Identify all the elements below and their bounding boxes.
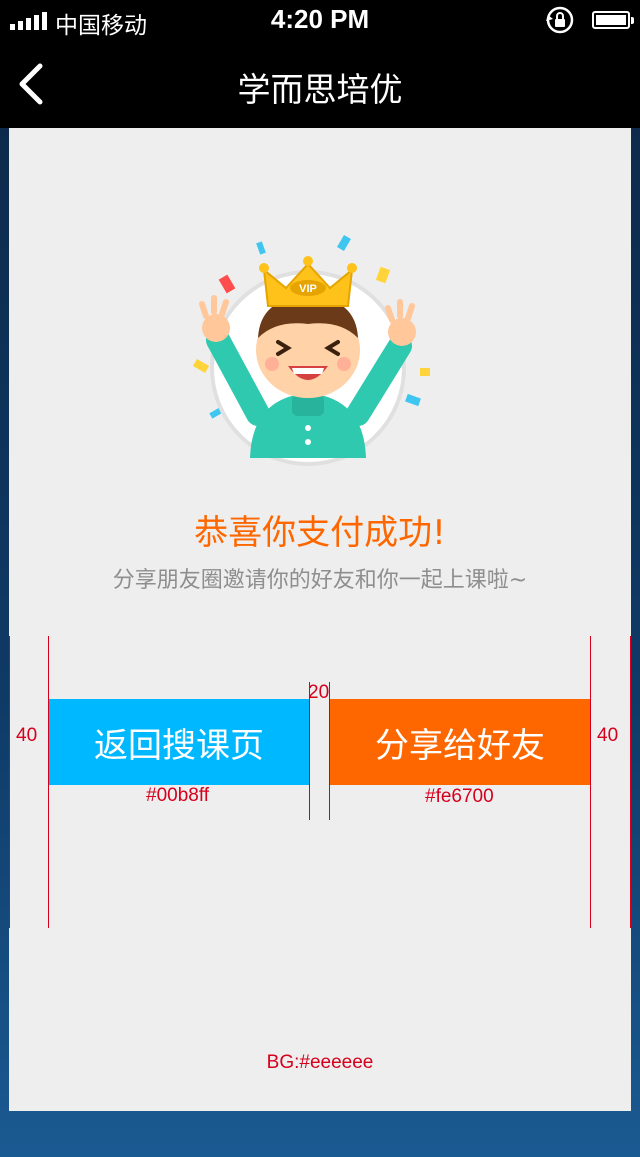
bg-color-note: BG:#eeeeee bbox=[266, 1052, 374, 1073]
guide-line bbox=[329, 682, 330, 820]
right-margin-note: 40 bbox=[597, 725, 619, 746]
status-time: 4:20 PM bbox=[270, 4, 370, 34]
payment-success-headline: 恭喜你支付成功! bbox=[194, 513, 446, 553]
left-margin-note: 40 bbox=[16, 725, 38, 746]
celebrating-boy-illustration: VIP bbox=[192, 234, 430, 466]
battery-icon bbox=[592, 11, 634, 29]
guide-line bbox=[9, 636, 10, 928]
share-color-note: #fe6700 bbox=[425, 786, 494, 807]
status-bar: 中国移动 4:20 PM bbox=[0, 0, 640, 40]
back-color-note: #00b8ff bbox=[146, 785, 210, 806]
navigation-bar: 学而思培优 bbox=[0, 40, 640, 128]
share-with-friends-button[interactable]: 分享给好友 bbox=[330, 699, 590, 785]
guide-line bbox=[590, 636, 591, 928]
rotation-lock-icon bbox=[546, 6, 574, 34]
guide-line bbox=[48, 636, 49, 928]
gap-note: 20 bbox=[308, 682, 330, 703]
vip-badge-text: VIP bbox=[299, 283, 317, 295]
page-title: 学而思培优 bbox=[237, 70, 403, 109]
back-to-search-button[interactable]: 返回搜课页 bbox=[49, 699, 309, 785]
share-invite-text: 分享朋友圈邀请你的好友和你一起上课啦~ bbox=[112, 568, 528, 593]
guide-line bbox=[630, 636, 631, 928]
